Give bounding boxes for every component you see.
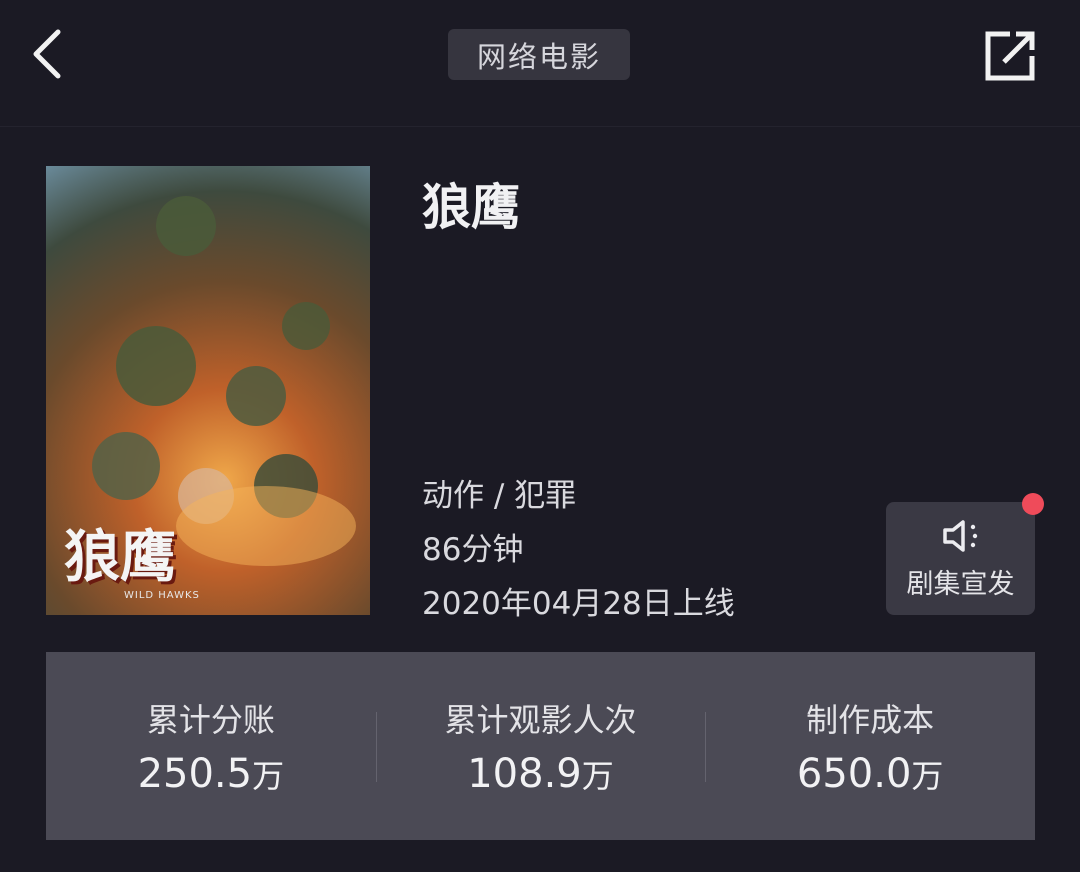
stat-value: 650.0万 xyxy=(797,751,944,797)
stat-unit: 万 xyxy=(581,757,614,795)
stat-unit: 万 xyxy=(252,757,285,795)
top-bar: 网络电影 xyxy=(0,0,1080,127)
stat-number: 250.5 xyxy=(137,751,253,797)
page-type-title: 网络电影 xyxy=(448,29,630,80)
stats-panel: 累计分账 250.5万 累计观影人次 108.9万 制作成本 650.0万 xyxy=(46,652,1035,840)
promo-label: 剧集宣发 xyxy=(906,569,1015,600)
movie-poster[interactable]: 狼鹰 WILD HAWKS xyxy=(46,166,370,615)
stat-label: 制作成本 xyxy=(806,701,935,739)
share-icon[interactable] xyxy=(980,26,1040,86)
movie-genre: 动作 / 犯罪 xyxy=(422,478,577,514)
stat-label: 累计观影人次 xyxy=(444,701,637,739)
stat-total-views: 累计观影人次 108.9万 xyxy=(375,652,706,840)
stat-number: 108.9 xyxy=(467,751,582,797)
notification-badge xyxy=(1022,493,1044,515)
back-arrow-icon[interactable] xyxy=(22,22,82,86)
stat-production-cost: 制作成本 650.0万 xyxy=(705,652,1035,840)
movie-title: 狼鹰 xyxy=(422,179,521,236)
stat-number: 650.0 xyxy=(796,751,912,797)
stat-total-revenue: 累计分账 250.5万 xyxy=(46,652,376,840)
stat-value: 108.9万 xyxy=(467,751,614,797)
poster-title: 狼鹰 xyxy=(64,524,176,590)
movie-duration: 86分钟 xyxy=(422,532,524,568)
stat-label: 累计分账 xyxy=(146,701,275,739)
megaphone-icon xyxy=(942,520,977,552)
poster-subtitle: WILD HAWKS xyxy=(124,590,200,601)
promo-button[interactable]: 剧集宣发 xyxy=(886,502,1035,615)
stat-value: 250.5万 xyxy=(138,751,285,797)
stat-unit: 万 xyxy=(911,757,944,795)
movie-release-date: 2020年04月28日上线 xyxy=(422,586,735,622)
